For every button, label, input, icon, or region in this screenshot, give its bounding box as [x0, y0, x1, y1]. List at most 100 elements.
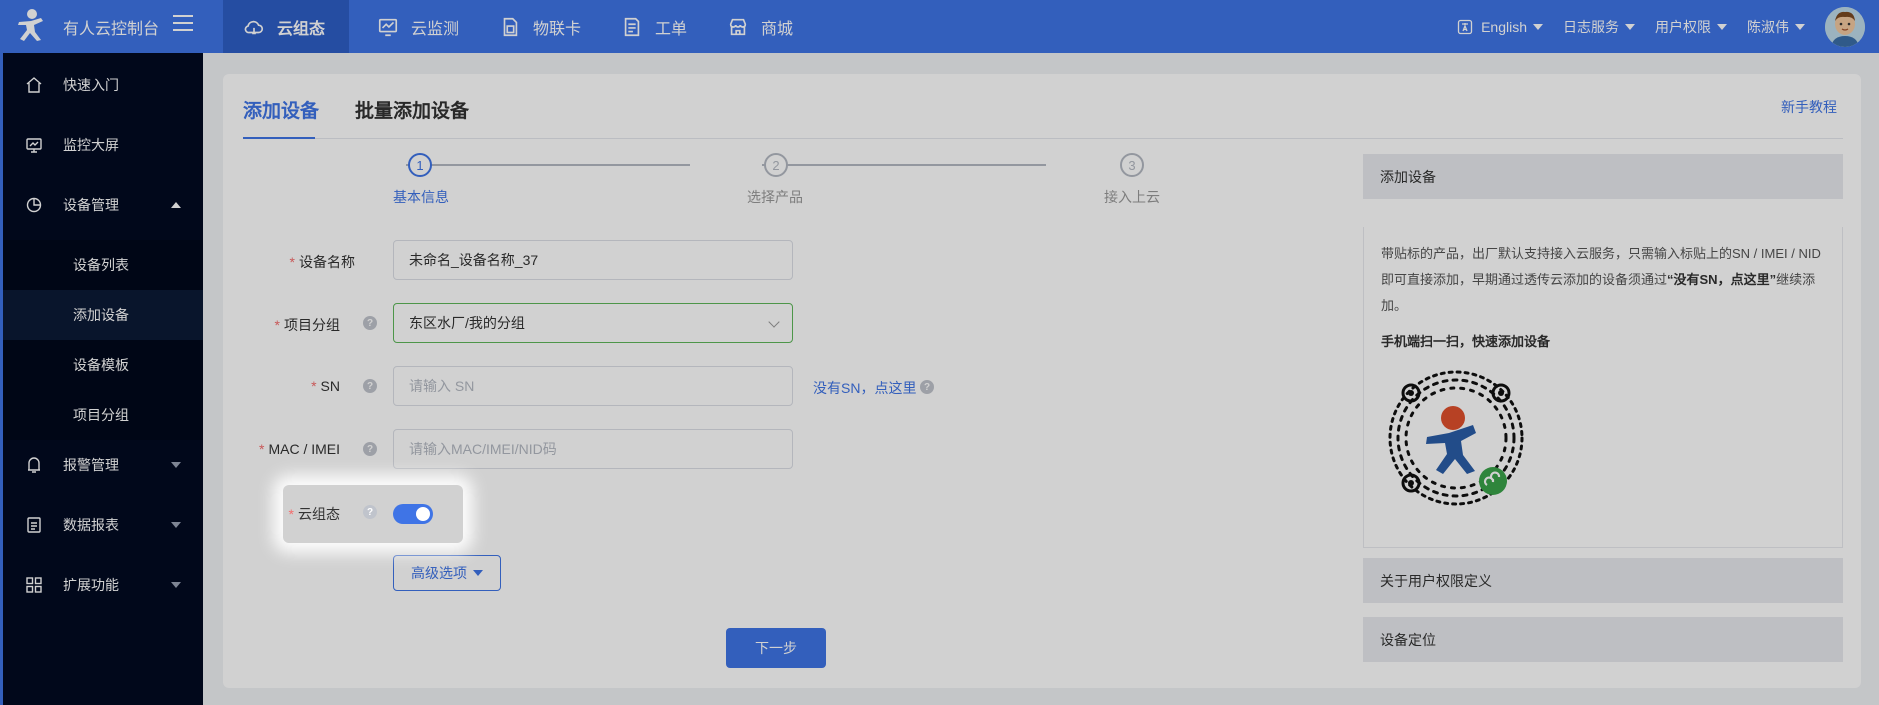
sidebar-item-add-device[interactable]: 添加设备 [3, 290, 203, 340]
advanced-options-button[interactable]: 高级选项 [393, 555, 501, 591]
chevron-down-icon [1625, 23, 1635, 30]
menu-toggle-icon[interactable] [173, 15, 193, 31]
sidebar-item-label: 报警管理 [63, 457, 119, 473]
home-icon [26, 77, 42, 93]
device-name-label-text: 设备名称 [299, 254, 355, 270]
project-group-label-text: 项目分组 [284, 317, 340, 333]
required-mark: * [288, 506, 294, 522]
mac-imei-label-text: MAC / IMEI [268, 441, 340, 457]
nav-store[interactable]: 商城 [707, 0, 813, 53]
chevron-down-icon [473, 570, 483, 576]
sidebar-item-label: 快速入门 [63, 77, 119, 93]
required-mark: * [258, 441, 265, 457]
step-2-circle: 2 [764, 153, 788, 177]
nav-cloud-config[interactable]: 云组态 [223, 0, 349, 53]
chevron-down-icon [1533, 23, 1543, 30]
sidebar-subitem-label: 项目分组 [73, 407, 129, 423]
device-name-input[interactable]: 未命名_设备名称_37 [393, 240, 793, 280]
project-group-value: 东区水厂/我的分组 [409, 315, 525, 331]
required-mark: * [274, 317, 280, 333]
help-icon[interactable]: ? [363, 379, 377, 393]
sim-card-icon [503, 17, 518, 36]
mac-imei-label: * MAC / IMEI [220, 441, 340, 457]
beginner-tutorial-link[interactable]: 新手教程 [1781, 97, 1837, 117]
nav-label: 云组态 [277, 20, 326, 38]
ticket-icon [624, 17, 640, 36]
top-nav: 云组态 云监测 物联卡 工单 商城 [223, 0, 813, 53]
scan-title: 手机端扫一扫，快速添加设备 [1381, 334, 1551, 349]
sidebar-subitem-label: 添加设备 [73, 307, 129, 323]
bell-icon [28, 457, 40, 473]
user-permission-label: 用户权限 [1655, 18, 1711, 35]
required-mark: * [289, 254, 295, 270]
chevron-down-icon [1795, 23, 1805, 30]
nav-ticket[interactable]: 工单 [601, 0, 707, 53]
step-1-circle: 1 [408, 153, 432, 177]
sidebar-item-label: 设备管理 [63, 197, 119, 213]
sidebar-item-data-report[interactable]: 数据报表 [3, 500, 203, 550]
step-3-label: 接入上云 [1104, 189, 1160, 205]
cloud-config-toggle[interactable] [393, 504, 433, 524]
grid-icon [26, 577, 42, 593]
project-group-select[interactable]: 东区水厂/我的分组 [393, 303, 793, 343]
sidebar-item-quickstart[interactable]: 快速入门 [3, 60, 203, 110]
sidebar-item-extensions[interactable]: 扩展功能 [3, 560, 203, 610]
sidebar-item-device-management[interactable]: 设备管理 [3, 180, 203, 230]
step-1-label: 基本信息 [393, 189, 449, 205]
language-label: English [1481, 18, 1527, 35]
next-step-button[interactable]: 下一步 [726, 628, 826, 668]
log-service-menu[interactable]: 日志服务 [1563, 17, 1635, 37]
panel-add-device-body: 带贴标的产品，出厂默认支持接入云服务，只需输入标贴上的SN / IMEI / N… [1363, 227, 1843, 548]
right-menu: English 日志服务 用户权限 陈淑伟 [1457, 0, 1879, 53]
sidebar-subitem-label: 设备模板 [73, 357, 129, 373]
user-menu[interactable]: 陈淑伟 [1747, 17, 1805, 37]
mac-imei-input[interactable]: 请输入MAC/IMEI/NID码 [393, 429, 793, 469]
sn-placeholder: 请输入 SN [409, 378, 475, 394]
language-select[interactable]: English [1457, 19, 1543, 35]
tab-batch-add-device[interactable]: 批量添加设备 [355, 96, 469, 123]
help-icon[interactable]: ? [920, 380, 934, 394]
chevron-down-icon [171, 582, 181, 588]
sidebar: 快速入门 监控大屏 设备管理 设备列表 添加设备 设备模板 项目分组 报警管理 … [0, 53, 203, 705]
nav-label: 云监测 [411, 20, 460, 38]
chevron-down-icon [171, 462, 181, 468]
sidebar-item-label: 监控大屏 [63, 137, 119, 153]
step-3-circle: 3 [1120, 153, 1144, 177]
help-icon[interactable]: ? [363, 316, 377, 330]
translate-icon [1457, 19, 1473, 34]
avatar[interactable] [1825, 6, 1865, 47]
sidebar-item-monitor-screen[interactable]: 监控大屏 [3, 120, 203, 170]
avatar-face-icon [1825, 6, 1865, 47]
nav-label: 工单 [655, 20, 688, 38]
sidebar-subitem-label: 设备列表 [73, 257, 129, 273]
project-group-label: * 项目分组 [220, 315, 340, 335]
panel-add-device-header[interactable]: 添加设备 [1363, 154, 1843, 199]
help-icon[interactable]: ? [363, 505, 377, 519]
nav-iot-card[interactable]: 物联卡 [479, 0, 601, 53]
panel-device-location-header[interactable]: 设备定位 [1363, 617, 1843, 662]
panel-user-permissions-header[interactable]: 关于用户权限定义 [1363, 558, 1843, 603]
sidebar-item-label: 扩展功能 [63, 577, 119, 593]
cloud-icon [244, 20, 264, 34]
mini-program-qr-code [1381, 363, 1531, 513]
device-name-label: * 设备名称 [235, 252, 355, 272]
app-title: 有人云控制台 [63, 21, 160, 38]
cloud-config-label-text: 云组态 [298, 506, 340, 522]
sidebar-item-device-template[interactable]: 设备模板 [3, 340, 203, 390]
mac-imei-placeholder: 请输入MAC/IMEI/NID码 [409, 441, 557, 457]
sidebar-item-device-list[interactable]: 设备列表 [3, 240, 203, 290]
help-icon[interactable]: ? [363, 442, 377, 456]
no-sn-link[interactable]: 没有SN，点这里 [813, 378, 916, 398]
user-permission-menu[interactable]: 用户权限 [1655, 17, 1727, 37]
tab-add-device[interactable]: 添加设备 [243, 96, 319, 123]
required-mark: * [311, 378, 317, 394]
sn-input[interactable]: 请输入 SN [393, 366, 793, 406]
cloud-config-label: * 云组态 [220, 504, 340, 524]
usr-logo-icon[interactable] [15, 8, 47, 42]
report-icon [27, 517, 41, 533]
active-tab-indicator [243, 137, 315, 139]
sidebar-item-alarm-management[interactable]: 报警管理 [3, 440, 203, 490]
nav-cloud-monitor[interactable]: 云监测 [349, 0, 479, 53]
step-connector [406, 164, 690, 166]
sidebar-item-project-group[interactable]: 项目分组 [3, 390, 203, 440]
